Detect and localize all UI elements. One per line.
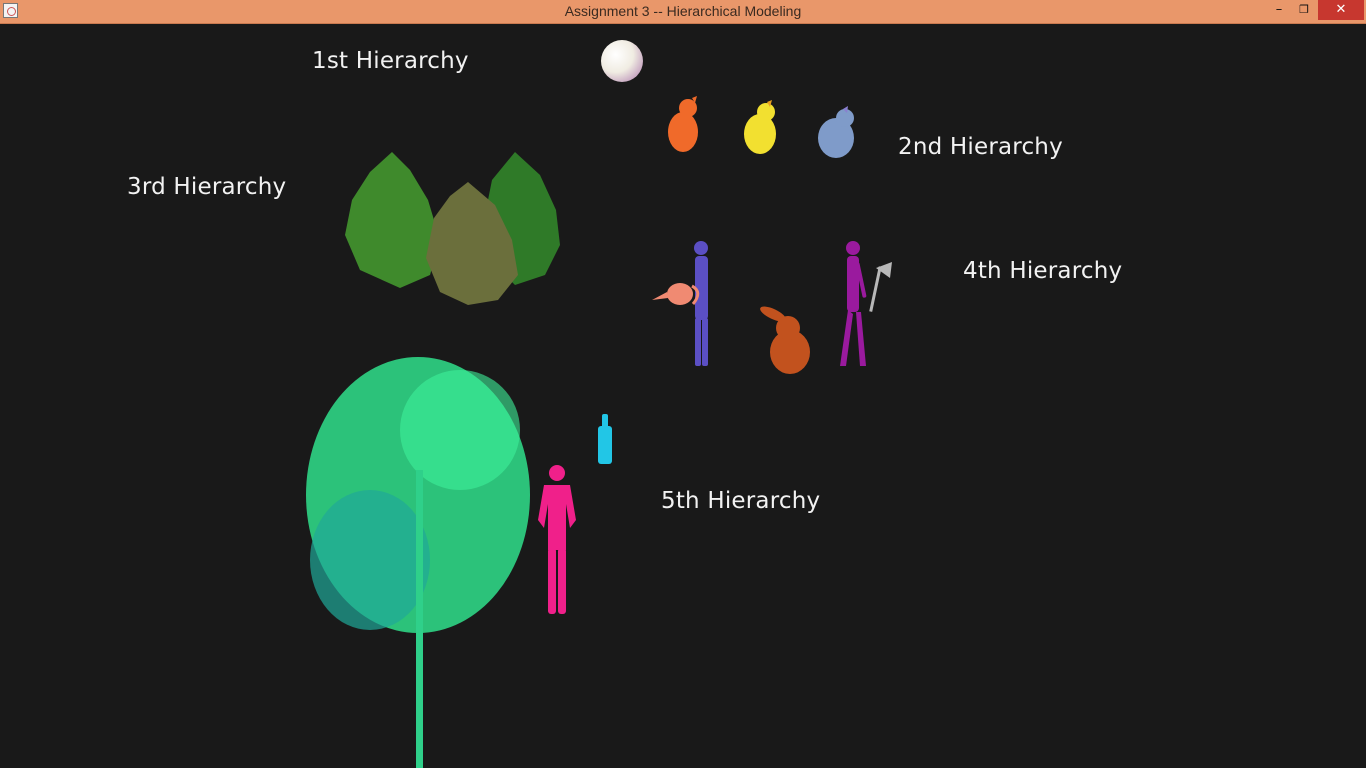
maximize-button[interactable]: ❐ (1292, 0, 1316, 20)
window-titlebar[interactable]: Assignment 3 -- Hierarchical Modeling – … (0, 0, 1366, 24)
bird-orange (668, 96, 698, 152)
bottle (598, 414, 612, 464)
bird-yellow (744, 100, 776, 154)
close-button[interactable]: ✕ (1318, 0, 1364, 20)
figure-purple-with-axe (840, 241, 867, 366)
teapot (652, 283, 700, 305)
moon-sphere (601, 40, 643, 82)
bush-left (345, 152, 440, 288)
figure-blue-with-teapot (694, 241, 708, 366)
render-canvas[interactable]: 1st Hierarchy 2nd Hierarchy 3rd Hierarch… (0, 24, 1366, 768)
tree (306, 357, 530, 768)
window-title: Assignment 3 -- Hierarchical Modeling (564, 3, 802, 19)
scene-svg (306, 40, 892, 768)
bird-blue (818, 106, 854, 158)
figure-pink-man (538, 465, 576, 614)
bunny (760, 306, 810, 374)
axe (869, 262, 892, 312)
minimize-button[interactable]: – (1268, 0, 1290, 20)
